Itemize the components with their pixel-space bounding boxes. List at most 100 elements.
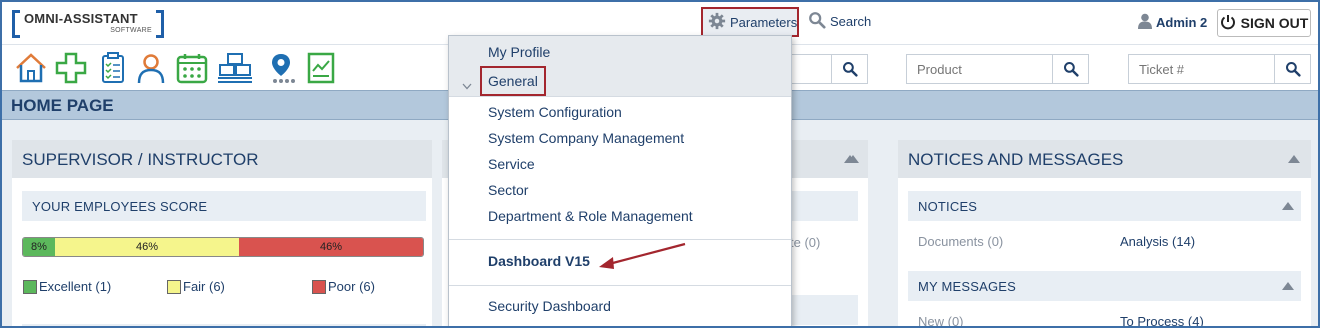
employees-score-title: YOUR EMPLOYEES SCORE	[32, 199, 208, 214]
ticket-search-box	[1128, 54, 1311, 84]
menu-item-general[interactable]: General	[449, 66, 791, 96]
menu-divider	[449, 239, 791, 240]
search-icon	[1285, 62, 1301, 77]
logo-text: OMNI-ASSISTANT	[24, 11, 138, 26]
menu-item-label: System Configuration	[488, 104, 622, 120]
parameters-button[interactable]: Parameters	[701, 7, 799, 37]
score-fair-pct: 46%	[135, 241, 159, 253]
to-process-link[interactable]: To Process (4)	[1120, 314, 1204, 326]
documents-link[interactable]: Documents (0)	[918, 234, 1003, 249]
menu-item-my-profile-label: My Profile	[488, 44, 551, 60]
ticket-search-button[interactable]	[1274, 55, 1310, 83]
legend-label-excellent: Excellent (1)	[39, 279, 112, 294]
parameters-label: Parameters	[730, 14, 798, 30]
score-excellent-segment: 8%	[23, 238, 55, 256]
report-icon[interactable]	[304, 51, 338, 85]
collapse-icon[interactable]	[1282, 202, 1294, 210]
search-link[interactable]: Search	[808, 11, 871, 32]
menu-item-my-profile[interactable]: My Profile	[449, 36, 791, 66]
supervisor-panel: SUPERVISOR / INSTRUCTOR YOUR EMPLOYEES S…	[12, 140, 432, 326]
score-excellent-pct: 8%	[31, 241, 47, 253]
logo-subtext: SOFTWARE	[110, 27, 152, 34]
logo[interactable]: OMNI-ASSISTANT SOFTWARE	[12, 10, 164, 38]
menu-item-system-company-management[interactable]: System Company Management	[449, 130, 791, 152]
messages-header: MY MESSAGES	[908, 271, 1301, 301]
menu-item-general-label: General	[480, 66, 546, 96]
logo-bracket-left	[12, 10, 20, 38]
parameters-dropdown: My Profile General System Configuration …	[448, 35, 792, 326]
menu-item-department-role-management[interactable]: Department & Role Management	[449, 208, 791, 230]
person-icon[interactable]	[134, 51, 168, 85]
employees-score-header: YOUR EMPLOYEES SCORE	[22, 191, 426, 221]
notices-panel-header: NOTICES AND MESSAGES	[898, 140, 1311, 178]
user-icon	[1138, 13, 1152, 32]
menu-item-sector[interactable]: Sector	[449, 182, 791, 204]
messages-title: MY MESSAGES	[918, 279, 1017, 294]
logo-bracket-right	[156, 10, 164, 38]
legend-swatch-fair	[167, 279, 181, 294]
menu-item-label: System Company Management	[488, 130, 685, 146]
collapse-icon[interactable]	[847, 155, 859, 163]
legend-swatch-poor	[312, 279, 326, 294]
search-icon	[842, 62, 858, 77]
menu-item-label: Sector	[488, 182, 529, 198]
collapse-icon[interactable]	[1288, 155, 1300, 163]
search-icon	[1063, 62, 1079, 77]
sign-out-label: SIGN OUT	[1240, 15, 1309, 31]
menu-item-label: Service	[488, 156, 535, 172]
search-label: Search	[830, 14, 872, 29]
user-name: Admin 2	[1156, 15, 1208, 30]
employees-score-bar: 8% 46% 46%	[22, 237, 424, 257]
power-icon	[1220, 14, 1236, 33]
search-icon	[808, 11, 826, 32]
notices-title: NOTICES	[918, 199, 978, 214]
annotation-arrow-icon	[599, 242, 686, 269]
legend-swatch-excellent	[23, 279, 37, 294]
menu-item-label: Department & Role Management	[488, 208, 693, 224]
new-messages-link[interactable]: New (0)	[918, 314, 964, 326]
toolbar-search-box-1	[790, 54, 868, 84]
toolbar-search-button-1[interactable]	[831, 55, 867, 83]
sign-out-button[interactable]: SIGN OUT	[1217, 9, 1311, 37]
score-poor-segment: 46%	[239, 238, 423, 256]
legend-fair[interactable]: Fair (6)	[167, 279, 225, 294]
menu-item-label: Security Dashboard	[488, 298, 611, 314]
pallets-icon[interactable]	[217, 51, 252, 85]
toolbar-search-input-1[interactable]	[791, 55, 831, 83]
product-search-input[interactable]	[907, 55, 1053, 83]
score-poor-pct: 46%	[319, 241, 343, 253]
menu-divider	[449, 96, 791, 97]
menu-item-label: Dashboard V15	[488, 253, 590, 269]
location-pin-icon[interactable]	[264, 51, 298, 85]
supervisor-panel-header: SUPERVISOR / INSTRUCTOR	[12, 140, 432, 178]
score-fair-segment: 46%	[55, 238, 239, 256]
user-menu[interactable]: Admin 2	[1138, 13, 1207, 32]
product-search-button[interactable]	[1052, 55, 1088, 83]
menu-item-service[interactable]: Service	[449, 156, 791, 178]
menu-item-system-configuration[interactable]: System Configuration	[449, 104, 791, 126]
page-title: HOME PAGE	[11, 96, 114, 115]
product-search-box	[906, 54, 1089, 84]
legend-poor[interactable]: Poor (6)	[312, 279, 375, 294]
legend-label-poor: Poor (6)	[328, 279, 375, 294]
chevron-down-icon	[462, 77, 472, 93]
supervisor-panel-title: SUPERVISOR / INSTRUCTOR	[22, 150, 259, 169]
notices-header: NOTICES	[908, 191, 1301, 221]
calendar-icon[interactable]	[175, 51, 209, 85]
menu-item-security-dashboard[interactable]: Security Dashboard	[449, 298, 791, 320]
analysis-link[interactable]: Analysis (14)	[1120, 234, 1195, 249]
add-cross-icon[interactable]	[54, 51, 88, 85]
notices-panel-title: NOTICES AND MESSAGES	[908, 150, 1124, 169]
middle-partial-text: te (0)	[790, 235, 821, 250]
collapse-icon[interactable]	[1282, 282, 1294, 290]
gear-icon	[708, 12, 726, 33]
legend-label-fair: Fair (6)	[183, 279, 225, 294]
home-icon[interactable]	[14, 51, 48, 85]
clipboard-checklist-icon[interactable]	[96, 51, 130, 85]
app-window: OMNI-ASSISTANT SOFTWARE Parameters Searc…	[0, 0, 1320, 328]
menu-divider	[449, 285, 791, 286]
legend-excellent[interactable]: Excellent (1)	[23, 279, 111, 294]
supervisor-next-section	[22, 324, 426, 326]
notices-panel: NOTICES AND MESSAGES NOTICES Documents (…	[898, 140, 1311, 326]
ticket-search-input[interactable]	[1129, 55, 1275, 83]
